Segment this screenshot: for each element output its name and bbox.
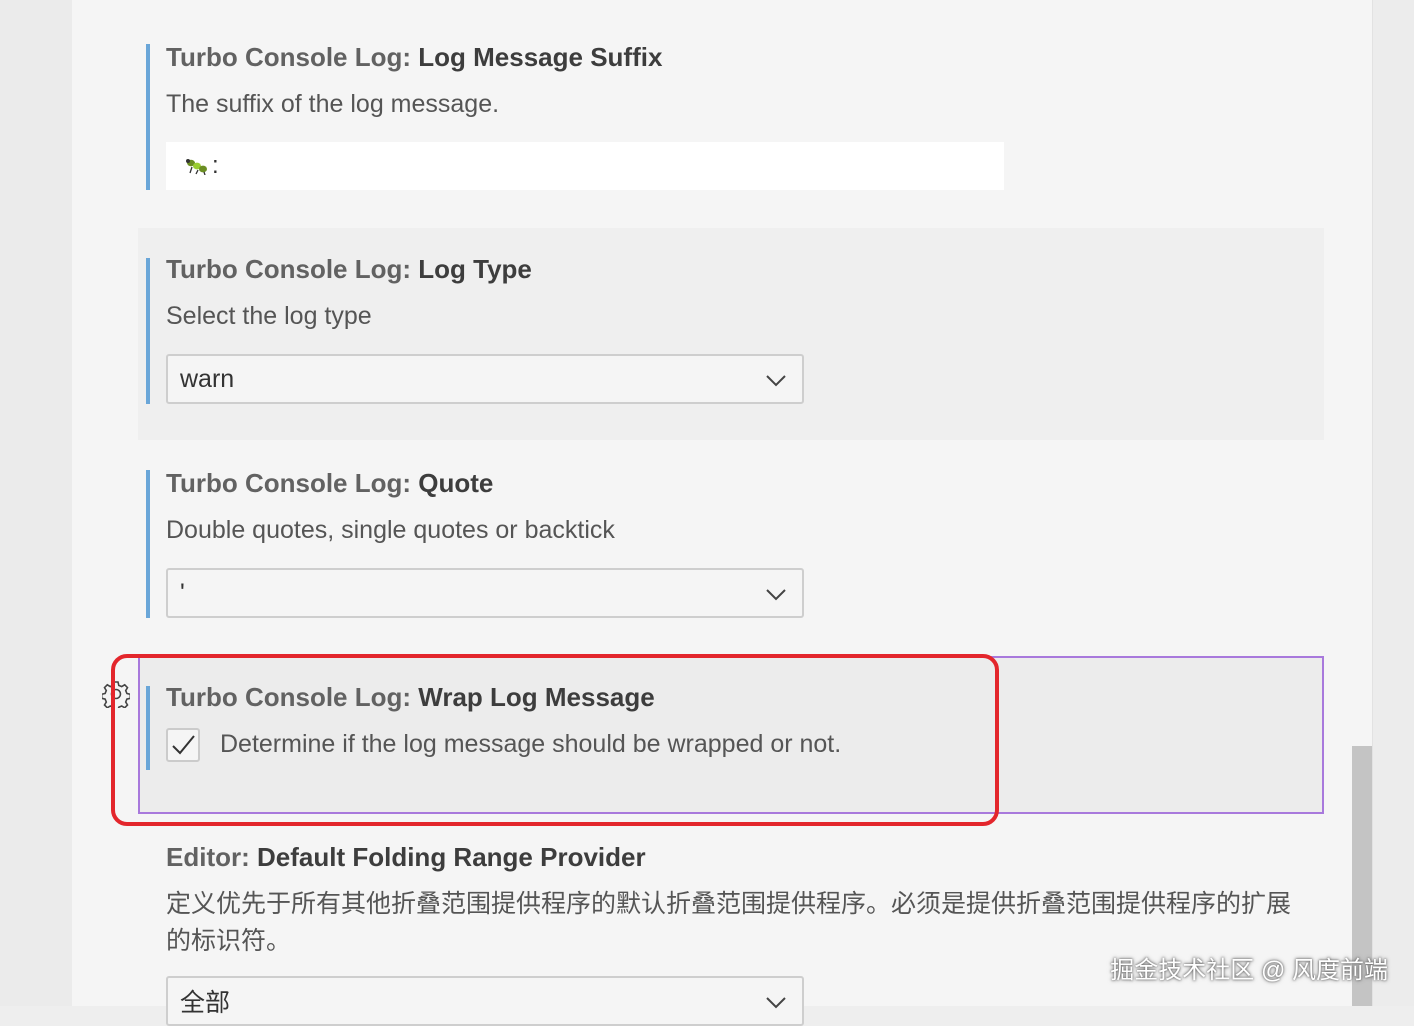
setting-description: The suffix of the log message. (166, 90, 500, 118)
setting-description: Determine if the log message should be w… (220, 730, 842, 758)
setting-log-message-suffix: Turbo Console Log: Log Message Suffix Th… (138, 30, 1324, 200)
setting-category: Turbo Console Log: (166, 254, 419, 284)
folding-provider-select[interactable]: 全部 (166, 976, 804, 1026)
right-gutter (1372, 0, 1414, 1006)
setting-category: Turbo Console Log: (166, 42, 419, 72)
watermark: 掘金技术社区 @ 风度前端 (1110, 957, 1388, 984)
chevron-down-icon (766, 589, 786, 601)
chevron-down-icon (766, 997, 786, 1009)
checkmark-icon (172, 735, 195, 755)
modified-indicator (146, 470, 150, 618)
setting-name: Default Folding Range Provider (257, 842, 646, 872)
setting-title: Editor: Default Folding Range Provider (166, 842, 646, 873)
setting-wrap-log-message: Turbo Console Log: Wrap Log Message Dete… (138, 656, 1324, 814)
setting-name: Quote (418, 468, 494, 498)
setting-name: Log Message Suffix (418, 42, 663, 72)
log-type-select[interactable]: warn (166, 354, 804, 404)
setting-category: Turbo Console Log: (166, 468, 419, 498)
setting-description: Double quotes, single quotes or backtick (166, 516, 615, 544)
setting-title: Turbo Console Log: Quote (166, 468, 493, 499)
modified-indicator (146, 44, 150, 190)
gear-icon[interactable] (102, 680, 130, 708)
quote-select[interactable]: ' (166, 568, 804, 618)
setting-name: Log Type (418, 254, 532, 284)
setting-description: 定义优先于所有其他折叠范围提供程序的默认折叠范围提供程序。必须是提供折叠范围提供… (166, 890, 1292, 955)
bug-emoji-icon (186, 159, 207, 175)
modified-indicator (146, 258, 150, 404)
modified-indicator (146, 686, 150, 770)
settings-panel: Turbo Console Log: Log Message Suffix Th… (72, 0, 1372, 1026)
select-value: 全部 (180, 989, 231, 1017)
select-value: warn (180, 364, 235, 393)
setting-name: Wrap Log Message (418, 682, 655, 712)
setting-title: Turbo Console Log: Log Message Suffix (166, 42, 662, 73)
setting-description: Select the log type (166, 302, 372, 330)
select-value: ' (180, 578, 185, 607)
setting-title: Turbo Console Log: Log Type (166, 254, 532, 285)
setting-log-type: Turbo Console Log: Log Type Select the l… (138, 228, 1324, 440)
setting-category: Turbo Console Log: (166, 682, 419, 712)
suffix-text-input[interactable]: : (166, 142, 1004, 190)
setting-quote: Turbo Console Log: Quote Double quotes, … (138, 442, 1324, 642)
setting-title: Turbo Console Log: Wrap Log Message (166, 682, 655, 713)
left-gutter (0, 0, 72, 1006)
suffix-value: : (212, 152, 219, 179)
setting-category: Editor: (166, 842, 257, 872)
wrap-log-message-checkbox[interactable] (166, 728, 200, 762)
chevron-down-icon (766, 375, 786, 387)
